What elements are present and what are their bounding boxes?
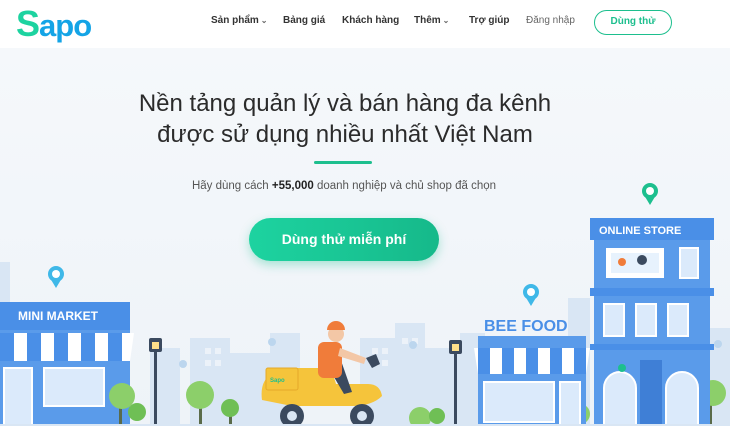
hero-title-line-2: được sử dụng nhiều nhất Việt Nam [157,121,533,148]
hero-subtitle: Hãy dùng cách +55,000 doanh nghiệp và ch… [191,180,497,192]
mini-market-sign: MINI MARKET [18,309,99,323]
scooter-box-logo: Sapo [270,378,285,384]
top-navigation: Sapo Sản phẩm ⌄ Bảng giá Khách hàng Thêm ⌄… [0,0,730,48]
chevron-down-icon: ⌄ [442,16,450,25]
try-button[interactable]: Dùng thử [594,10,672,35]
location-pin-icon [523,284,539,306]
sapo-logo[interactable]: Sapo [16,6,92,44]
nav-item-more[interactable]: Thêm ⌄ [414,15,449,26]
login-link[interactable]: Đăng nhập [526,15,575,26]
nav-item-products[interactable]: Sản phẩm ⌄ [211,15,268,26]
hero-title-line-1: Nền tảng quản lý và bán hàng đa kênh [138,90,552,117]
hero-section: MINI MARKET BEE FOOD ONLINE STORE Sapo N… [0,48,730,426]
online-store-building: ONLINE STORE [590,218,714,426]
nav-item-help[interactable]: Trợ giúp [469,15,509,26]
mini-market-store: MINI MARKET [0,302,134,426]
online-store-sign: ONLINE STORE [599,225,681,237]
location-pin-icon [48,266,64,288]
chevron-down-icon: ⌄ [260,16,268,25]
title-underline [314,161,372,164]
nav-item-customers[interactable]: Khách hàng [342,15,399,26]
hero-title: Nền tảng quản lý và bán hàng đa kênh đượ… [0,88,690,150]
free-trial-button[interactable]: Dùng thử miễn phí [249,218,439,261]
nav-item-pricing[interactable]: Bảng giá [283,15,325,26]
bee-food-sign: BEE FOOD [484,318,568,335]
customer-count: +55,000 [271,180,314,192]
